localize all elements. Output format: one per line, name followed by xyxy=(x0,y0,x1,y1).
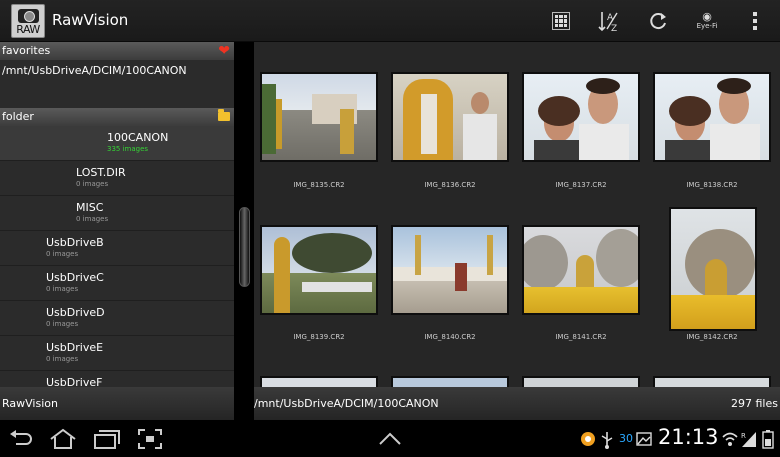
folder-count: 0 images xyxy=(76,215,109,223)
thumbnail-label: IMG_8141.CR2 xyxy=(555,333,607,341)
folder-name: UsbDriveB xyxy=(46,236,104,249)
favorite-item[interactable]: /mnt/UsbDriveA/DCIM/100CANON xyxy=(2,64,187,77)
thumbnail-img-8136[interactable] xyxy=(391,72,509,162)
wifi-icon xyxy=(721,429,739,449)
gallery-icon xyxy=(636,429,652,449)
folder-count: 0 images xyxy=(46,250,79,258)
clock: 21:13 xyxy=(658,425,719,449)
folder-item-usbdriveb[interactable]: UsbDriveB 0 images xyxy=(0,231,234,266)
thumbnail-img-8135[interactable] xyxy=(260,72,378,162)
favorites-header-label: favorites xyxy=(2,44,51,57)
thumbnail-label: IMG_8140.CR2 xyxy=(424,333,476,341)
svg-text:Z: Z xyxy=(611,24,617,33)
back-icon[interactable] xyxy=(8,428,34,450)
thumbnail-label: IMG_8138.CR2 xyxy=(686,181,738,189)
folder-count: 0 images xyxy=(76,180,109,188)
folder-item-usbdrivef[interactable]: UsbDriveF xyxy=(0,371,234,389)
folder-item-usbdrived[interactable]: UsbDriveD 0 images xyxy=(0,301,234,336)
sort-icon[interactable]: A Z xyxy=(596,8,622,34)
folder-icon[interactable] xyxy=(218,109,230,121)
folder-item-usbdrivee[interactable]: UsbDriveE 0 images xyxy=(0,336,234,371)
thumbnail-img-8142[interactable] xyxy=(669,207,757,331)
folder-item-misc[interactable]: MISC 0 images xyxy=(0,196,234,231)
thumbnail-img-8139[interactable] xyxy=(260,225,378,315)
heart-icon[interactable]: ❤ xyxy=(218,43,230,59)
folder-count: 0 images xyxy=(46,355,79,363)
folder-count: 335 images xyxy=(107,145,149,153)
refresh-icon[interactable] xyxy=(645,8,671,34)
folder-name: UsbDriveC xyxy=(46,271,104,284)
current-path: /mnt/UsbDriveA/DCIM/100CANON xyxy=(254,397,439,410)
notification-orange-icon[interactable] xyxy=(580,429,596,449)
overflow-menu-icon[interactable] xyxy=(742,8,768,34)
folder-item-100canon[interactable]: 100CANON 335 images xyxy=(0,126,234,161)
usb-icon xyxy=(600,429,614,449)
system-bar: 30 21:13 R xyxy=(0,420,780,457)
app-logo-icon[interactable]: RAW xyxy=(11,4,45,38)
signal-icon: R xyxy=(740,429,758,449)
splitter-handle[interactable] xyxy=(239,207,250,287)
battery-number: 30 xyxy=(619,432,633,445)
thumbnail-img-8141[interactable] xyxy=(522,225,640,315)
screenshot-icon[interactable] xyxy=(137,428,163,450)
folder-name: 100CANON xyxy=(107,131,169,144)
folder-header-label: folder xyxy=(2,110,34,123)
thumbnail-partial[interactable] xyxy=(653,376,771,387)
recent-apps-icon[interactable] xyxy=(92,428,120,450)
folder-count: 0 images xyxy=(46,320,79,328)
grid-view-icon[interactable] xyxy=(548,8,574,34)
sidebar-footer: RawVision xyxy=(0,387,234,420)
thumbnail-img-8137[interactable] xyxy=(522,72,640,162)
folder-count: 0 images xyxy=(46,285,79,293)
thumbnail-label: IMG_8135.CR2 xyxy=(293,181,345,189)
app-title: RawVision xyxy=(52,11,129,29)
folder-name: MISC xyxy=(76,201,104,214)
battery-icon xyxy=(762,429,774,449)
thumbnail-img-8140[interactable] xyxy=(391,225,509,315)
action-bar: RAW RawVision A Z ◉ Eye-Fi xyxy=(0,0,780,42)
folder-header[interactable]: folder xyxy=(0,108,234,126)
folder-name: LOST.DIR xyxy=(76,166,126,179)
chevron-up-icon[interactable] xyxy=(378,428,402,450)
thumbnail-partial[interactable] xyxy=(391,376,509,387)
file-count: 297 files xyxy=(731,397,778,410)
thumbnail-label: IMG_8139.CR2 xyxy=(293,333,345,341)
home-icon[interactable] xyxy=(48,428,78,450)
app-logo-label: RAW xyxy=(16,23,40,36)
svg-text:A: A xyxy=(607,13,614,23)
folder-name: UsbDriveD xyxy=(46,306,105,319)
thumbnail-img-8138[interactable] xyxy=(653,72,771,162)
thumbnail-partial[interactable] xyxy=(260,376,378,387)
eye-fi-icon[interactable]: ◉ Eye-Fi xyxy=(692,8,722,34)
sidebar: favorites ❤ /mnt/UsbDriveA/DCIM/100CANON… xyxy=(0,42,234,389)
folder-item-usbdrivec[interactable]: UsbDriveC 0 images xyxy=(0,266,234,301)
thumbnail-label: IMG_8137.CR2 xyxy=(555,181,607,189)
thumbnail-label: IMG_8136.CR2 xyxy=(424,181,476,189)
thumbnail-grid: IMG_8135.CR2 IMG_8136.CR2 IMG_8137.CR2 I… xyxy=(254,42,780,387)
thumbnail-label: IMG_8142.CR2 xyxy=(686,333,738,341)
svg-text:R: R xyxy=(741,432,746,440)
gallery-status-bar: /mnt/UsbDriveA/DCIM/100CANON 297 files xyxy=(254,387,780,420)
thumbnail-partial[interactable] xyxy=(522,376,640,387)
eye-fi-label: Eye-Fi xyxy=(696,22,718,30)
folder-name: UsbDriveE xyxy=(46,341,104,354)
panel-splitter xyxy=(234,42,254,420)
favorites-header[interactable]: favorites ❤ xyxy=(0,42,234,60)
folder-item-lost-dir[interactable]: LOST.DIR 0 images xyxy=(0,161,234,196)
